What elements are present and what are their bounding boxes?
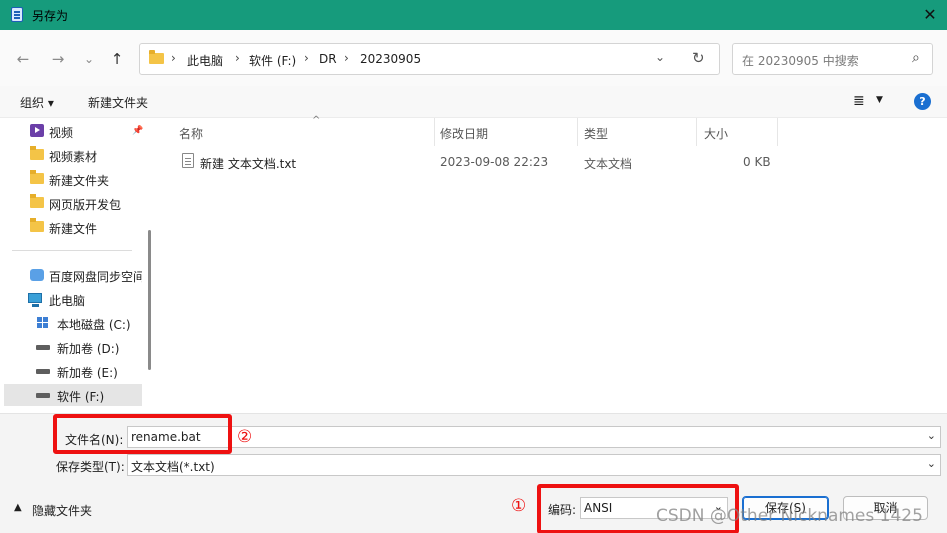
- text-file-icon: [182, 153, 194, 168]
- drive-icon: [36, 369, 50, 374]
- file-row[interactable]: 新建 文本文档.txt 2023-09-08 22:23 文本文档 0 KB: [174, 150, 784, 172]
- column-header-type[interactable]: 类型: [577, 118, 697, 146]
- drive-icon: [36, 345, 50, 350]
- filetype-value: 文本文档(*.txt): [131, 460, 215, 474]
- column-header-label: 修改日期: [440, 127, 489, 141]
- organize-button[interactable]: 组织 ▾: [20, 94, 54, 111]
- sidebar-item-baidu-sync[interactable]: 百度网盘同步空间: [4, 264, 142, 286]
- folder-icon: [30, 218, 44, 232]
- sidebar-item-this-pc[interactable]: 此电脑: [4, 288, 142, 310]
- watermark: CSDN @Other Nicknames 1425: [656, 506, 923, 526]
- up-arrow-icon[interactable]: ↑: [106, 48, 128, 70]
- folder-icon: [30, 194, 44, 208]
- command-toolbar: 组织 ▾ 新建文件夹 ≣ ▼ ?: [0, 86, 947, 118]
- breadcrumb-20230905[interactable]: 20230905: [360, 52, 421, 66]
- address-bar[interactable]: › 此电脑 › 软件 (F:) › DR › 20230905 ⌄ ↻: [139, 43, 720, 75]
- folder-icon: [30, 146, 44, 160]
- annotation-number-one: ①: [511, 496, 527, 516]
- sidebar-divider: [12, 250, 132, 251]
- sidebar-item-web-dev-package[interactable]: 网页版开发包: [4, 192, 142, 214]
- title-bar: 另存为 ✕: [0, 0, 947, 30]
- sort-ascending-icon: ^: [312, 115, 321, 126]
- breadcrumb-separator: ›: [235, 51, 240, 65]
- video-icon: [30, 124, 44, 137]
- sidebar-item-label: 百度网盘同步空间: [49, 270, 142, 284]
- breadcrumb-separator: ›: [304, 51, 309, 65]
- address-dropdown-icon[interactable]: ⌄: [655, 50, 665, 64]
- chevron-down-icon[interactable]: ⌄: [927, 457, 936, 470]
- drive-icon: [36, 393, 50, 398]
- sidebar-item-label: 视频: [49, 126, 74, 140]
- view-options-icon[interactable]: ≣: [853, 93, 865, 109]
- search-icon[interactable]: ⌕: [912, 50, 920, 66]
- file-type: 文本文档: [584, 157, 633, 171]
- forward-arrow-icon[interactable]: →: [47, 48, 69, 70]
- sidebar-item-label: 视频素材: [49, 150, 98, 164]
- dialog-title: 另存为: [32, 9, 69, 23]
- folder-icon: [30, 170, 44, 184]
- sidebar-item-videos[interactable]: 视频 📌: [4, 120, 143, 142]
- file-list: 名称 ^ 修改日期 类型 大小 新建 文本文档.txt 2023-09-08 2…: [158, 115, 947, 413]
- close-icon[interactable]: ✕: [913, 0, 947, 30]
- column-header-label: 名称: [179, 127, 204, 141]
- sidebar-item-drive-c[interactable]: 本地磁盘 (C:): [4, 312, 142, 334]
- new-folder-button[interactable]: 新建文件夹: [88, 94, 148, 111]
- column-header-name[interactable]: 名称 ^: [172, 115, 435, 146]
- breadcrumb-dr[interactable]: DR: [319, 52, 337, 66]
- breadcrumb-drive-f[interactable]: 软件 (F:): [249, 52, 296, 69]
- sidebar-item-label: 新建文件夹: [49, 174, 110, 188]
- sidebar-item-label: 新加卷 (D:): [57, 342, 120, 356]
- sidebar-item-label: 新加卷 (E:): [57, 366, 118, 380]
- breadcrumb-separator: ›: [344, 51, 349, 65]
- pin-icon[interactable]: 📌: [132, 126, 143, 136]
- chevron-up-icon: ▲: [14, 502, 22, 513]
- navigation-bar: ← → ⌄ ↑ › 此电脑 › 软件 (F:) › DR › 20230905 …: [0, 30, 947, 86]
- sidebar-item-label: 此电脑: [49, 294, 86, 308]
- breadcrumb-this-pc[interactable]: 此电脑: [187, 52, 223, 69]
- column-header-label: 大小: [704, 127, 729, 141]
- filetype-label: 保存类型(T):: [56, 460, 125, 474]
- sidebar-item-new-file[interactable]: 新建文件: [4, 216, 142, 238]
- computer-icon: [28, 293, 42, 307]
- sidebar-item-video-materials[interactable]: 视频素材: [4, 144, 142, 166]
- sidebar-item-label: 新建文件: [49, 222, 98, 236]
- hide-folders-label: 隐藏文件夹: [32, 504, 93, 518]
- back-arrow-icon[interactable]: ←: [12, 48, 34, 70]
- sidebar-item-label: 本地磁盘 (C:): [57, 318, 131, 332]
- sidebar-item-drive-d[interactable]: 新加卷 (D:): [4, 336, 142, 358]
- cloud-icon: [30, 269, 44, 281]
- breadcrumb-separator: ›: [171, 51, 176, 65]
- sidebar-item-label: 软件 (F:): [57, 390, 105, 404]
- navigation-pane: 视频 📌 视频素材 新建文件夹 网页版开发包 新建文件 百度网盘同步空间 此电脑…: [0, 118, 158, 413]
- column-header-modified[interactable]: 修改日期: [433, 118, 578, 146]
- sidebar-item-new-folder[interactable]: 新建文件夹: [4, 168, 142, 190]
- column-header-size[interactable]: 大小: [697, 118, 778, 146]
- refresh-icon[interactable]: ↻: [692, 49, 705, 67]
- notepad-icon: [11, 7, 23, 22]
- view-dropdown-icon[interactable]: ▼: [876, 95, 883, 105]
- column-header-label: 类型: [584, 127, 609, 141]
- chevron-down-icon[interactable]: ⌄: [927, 429, 936, 442]
- sidebar-scrollbar[interactable]: [148, 230, 151, 370]
- windows-drive-icon: [36, 317, 50, 328]
- search-box[interactable]: 在 20230905 中搜索 ⌕: [732, 43, 933, 75]
- file-size: 0 KB: [743, 155, 771, 169]
- search-placeholder: 在 20230905 中搜索: [742, 54, 859, 68]
- sidebar-item-drive-f[interactable]: 软件 (F:): [4, 384, 142, 406]
- file-modified: 2023-09-08 22:23: [440, 155, 549, 169]
- sidebar-item-drive-e[interactable]: 新加卷 (E:): [4, 360, 142, 382]
- help-icon[interactable]: ?: [914, 93, 931, 110]
- file-name: 新建 文本文档.txt: [200, 157, 297, 171]
- sidebar-item-label: 网页版开发包: [49, 198, 122, 212]
- filetype-select[interactable]: 文本文档(*.txt) ⌄: [127, 454, 941, 476]
- annotation-number-two: ②: [237, 427, 253, 447]
- annotation-box-filename: [53, 414, 232, 454]
- recent-locations-chevron-icon[interactable]: ⌄: [78, 48, 100, 70]
- save-form: 文件名(N): rename.bat ⌄ 保存类型(T): 文本文档(*.txt…: [0, 413, 947, 533]
- folder-icon: [149, 50, 164, 64]
